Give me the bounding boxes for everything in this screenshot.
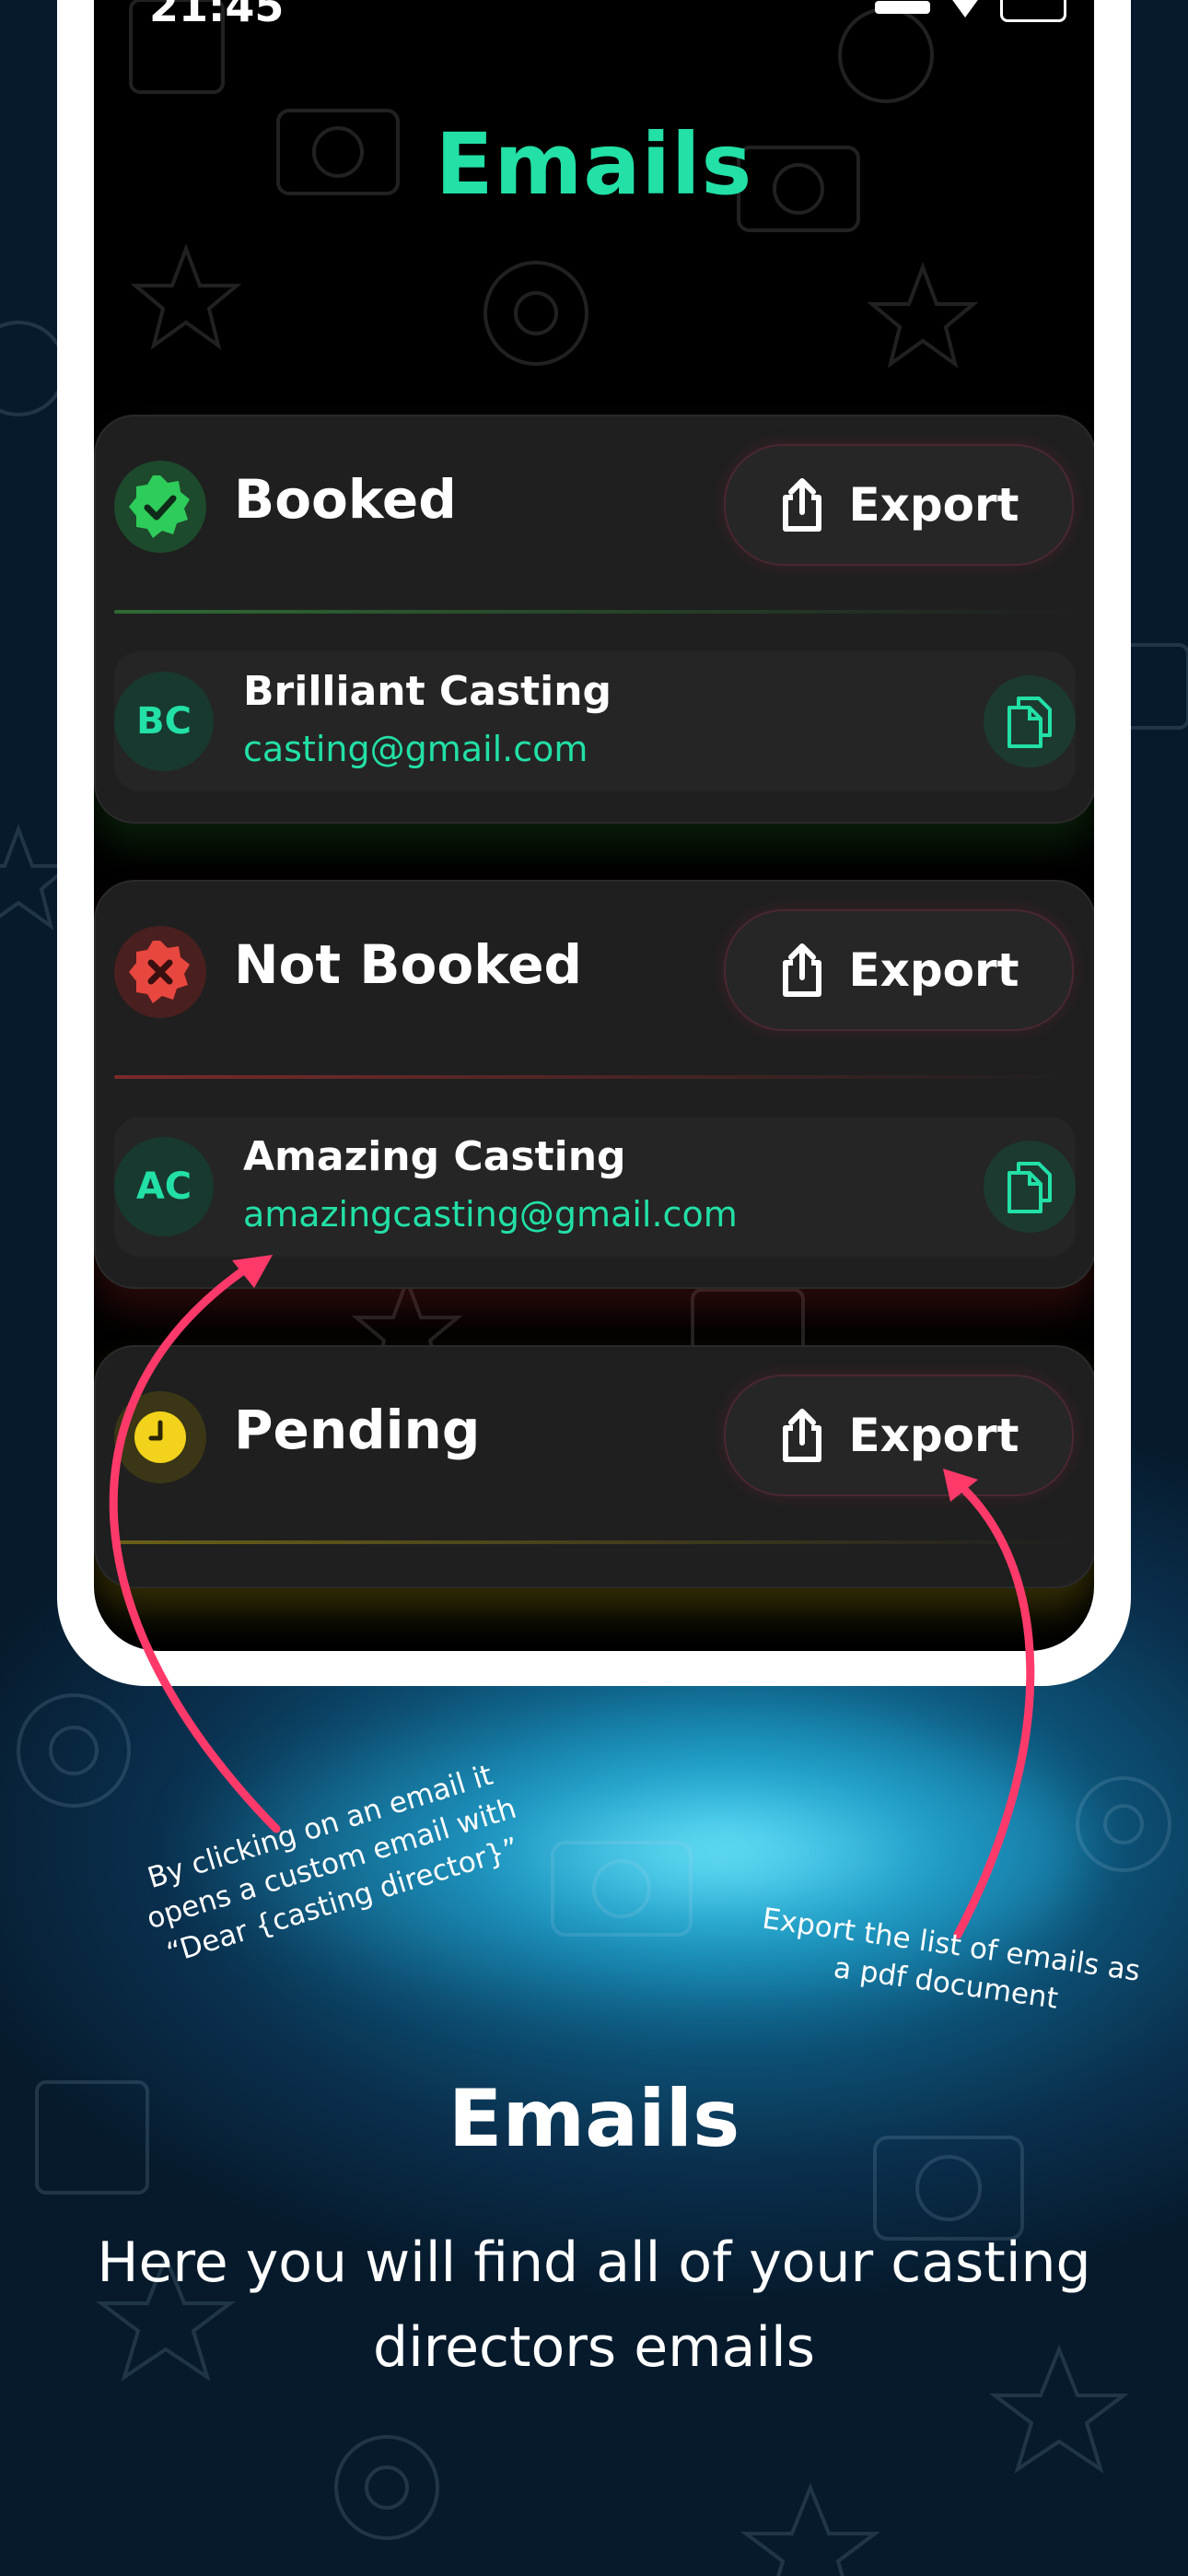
section-divider: [114, 610, 1076, 614]
export-button[interactable]: Export: [724, 1375, 1074, 1496]
section-title: Booked: [234, 468, 457, 531]
section-divider: [114, 1075, 1076, 1079]
section-title: Not Booked: [234, 933, 583, 996]
email-row[interactable]: AC Amazing Casting amazingcasting@gmail.…: [114, 1117, 1076, 1257]
signal-icon: [875, 1, 930, 14]
page-title: Emails: [435, 115, 753, 214]
footer-title: Emails: [448, 2073, 740, 2165]
copy-button[interactable]: [984, 675, 1076, 767]
avatar: BC: [114, 672, 214, 771]
status-time: 21:45: [149, 0, 285, 31]
reject-badge-icon: [114, 926, 206, 1018]
email-name: Brilliant Casting: [243, 668, 612, 715]
copy-icon: [1007, 697, 1052, 748]
email-address[interactable]: casting@gmail.com: [243, 729, 588, 769]
share-export-icon: [783, 943, 822, 997]
export-label: Export: [848, 943, 1019, 997]
email-row[interactable]: BC Brilliant Casting casting@gmail.com: [114, 651, 1076, 791]
email-name: Amazing Casting: [243, 1133, 626, 1180]
section-title: Pending: [234, 1399, 481, 1461]
section-pending: Pending Export: [94, 1345, 1094, 1588]
share-export-icon: [783, 1409, 822, 1462]
verified-badge-icon: [114, 461, 206, 553]
avatar: AC: [114, 1137, 214, 1236]
copy-button[interactable]: [984, 1141, 1076, 1233]
section-not-booked: Not Booked Export AC Amazing Casting ama…: [94, 880, 1094, 1289]
footer-subtitle: Here you will find all of your casting d…: [97, 2231, 1091, 2380]
export-label: Export: [848, 478, 1019, 532]
export-button[interactable]: Export: [724, 909, 1074, 1031]
battery-icon: [1000, 0, 1066, 22]
copy-icon: [1007, 1162, 1052, 1213]
clock-icon: [114, 1391, 206, 1483]
phone-screen: 21:45 Emails Booked Export BC Brilliant …: [94, 0, 1094, 1651]
email-address[interactable]: amazingcasting@gmail.com: [243, 1194, 738, 1235]
section-divider: [114, 1540, 1076, 1544]
export-button[interactable]: Export: [724, 444, 1074, 566]
share-export-icon: [783, 478, 822, 532]
section-booked: Booked Export BC Brilliant Casting casti…: [94, 415, 1094, 824]
wifi-icon: [950, 0, 980, 18]
status-icons: [875, 0, 1066, 22]
export-label: Export: [848, 1409, 1019, 1462]
